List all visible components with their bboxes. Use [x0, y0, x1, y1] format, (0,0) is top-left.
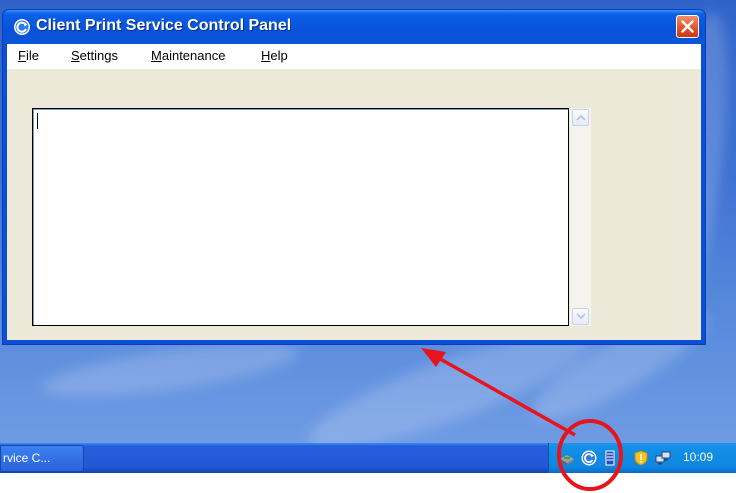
taskbar: rvice C... 10:09: [0, 443, 736, 473]
menu-file[interactable]: File: [18, 48, 39, 63]
text-caret: [37, 113, 38, 129]
clock[interactable]: 10:09: [683, 450, 713, 464]
client-area: File Settings Maintenance Help: [7, 44, 701, 340]
close-button[interactable]: [676, 15, 699, 38]
security-shield-icon[interactable]: [633, 450, 649, 466]
client-print-service-icon: [14, 19, 30, 35]
page-background: [0, 473, 736, 493]
menu-maintenance[interactable]: Maintenance: [151, 48, 225, 63]
system-tray: 10:09: [548, 443, 736, 473]
taskbar-button-control-panel[interactable]: rvice C...: [0, 445, 84, 472]
title-bar[interactable]: Client Print Service Control Panel: [3, 10, 705, 44]
window-title: Client Print Service Control Panel: [36, 17, 292, 34]
chevron-up-icon: [576, 114, 586, 121]
menu-bar: File Settings Maintenance Help: [7, 44, 701, 69]
chevron-down-icon: [576, 313, 586, 320]
control-panel-window: Client Print Service Control Panel File …: [2, 9, 706, 345]
menu-help[interactable]: Help: [261, 48, 288, 63]
log-textarea[interactable]: [32, 108, 569, 326]
menu-settings[interactable]: Settings: [71, 48, 118, 63]
scroll-up-button[interactable]: [572, 109, 589, 126]
scroll-down-button[interactable]: [572, 308, 589, 325]
printer-queue-icon[interactable]: [602, 450, 618, 466]
network-icon[interactable]: [559, 450, 575, 466]
vertical-scrollbar[interactable]: [570, 108, 591, 326]
network-connections-icon[interactable]: [655, 450, 671, 466]
close-icon: [681, 20, 694, 33]
client-print-service-icon[interactable]: [581, 450, 597, 466]
